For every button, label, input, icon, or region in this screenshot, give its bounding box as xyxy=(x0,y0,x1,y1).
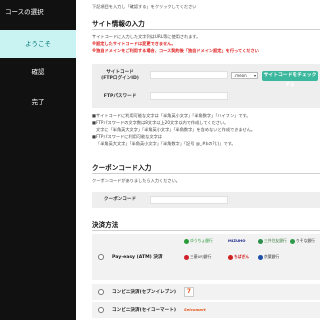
site-info-title: サイト情報の入力 xyxy=(92,20,145,28)
domain-select-value: .meon xyxy=(234,73,247,78)
payment-option-payeasy[interactable]: Pay-easy (ATM) 決済 ゆうちょ銀行 MIZUHO 三井住友銀行 り… xyxy=(92,234,320,280)
coupon-form: クーポンコード xyxy=(92,192,320,208)
sidebar-item-label: コースの選択 xyxy=(5,8,44,16)
ftp-password-allowed-rule: ■FTPパスワードに利用可能な文字は xyxy=(92,134,163,139)
sidebar-item-label: 確認 xyxy=(31,68,45,76)
seicomart-label: コンビニ決済(セイコーマート) xyxy=(112,308,176,313)
site-code-input[interactable] xyxy=(150,71,228,79)
sidebar: コースの選択 ようこそ 確認 完了 xyxy=(0,0,76,320)
seven-eleven-logo: 7 xyxy=(184,287,194,297)
seicomart-logo: Seicomart xyxy=(184,307,206,312)
payment-option-seven-eleven[interactable]: コンビニ決済(セブンイレブン) 7 xyxy=(92,284,320,300)
ftp-password-allowed-chars: 「半角英大文字」「半角英小文字」「半角数字」「記号 @_#$の?(;)」です。 xyxy=(96,141,236,146)
yucho-bank-logo: ゆうちょ銀行 xyxy=(184,238,213,244)
sidebar-item-label: 完了 xyxy=(31,98,45,106)
seven-eleven-label: コンビニ決済(セブンイレブン) xyxy=(112,290,176,295)
mufg-bank-logo: 三菱UFJ銀行 xyxy=(184,254,211,260)
site-info-note: サイトコードに入力した文字列はURL等に使用されます。 xyxy=(92,34,201,39)
sidebar-item-confirm[interactable]: 確認 xyxy=(0,58,76,86)
sidebar-item-welcome[interactable]: ようこそ xyxy=(0,30,76,58)
payment-option-seicomart[interactable]: コンビニ決済(セイコーマート) Seicomart xyxy=(92,302,320,318)
main-content: 下記項目を入力し「確認する」をクリックしてください サイト情報の入力 サイトコー… xyxy=(76,0,320,320)
mizuho-bank-logo: MIZUHO xyxy=(228,238,246,243)
chiba-bank-logo: ちばぎん xyxy=(228,254,249,260)
intro-note: 下記項目を入力し「確認する」をクリックしてください xyxy=(92,4,197,9)
payment-title: 決済方法 xyxy=(92,221,119,229)
domain-select[interactable]: .meon ▾ xyxy=(231,72,258,79)
coupon-code-input[interactable] xyxy=(150,196,228,204)
divider xyxy=(92,230,320,231)
payeasy-radio[interactable] xyxy=(98,254,104,260)
site-info-form: サイトコード (FTPログインID) .meon ▾ サイトコードをチェックする… xyxy=(92,64,320,108)
site-code-rule: ■サイトコードに利用可能な文字は「半角英小文字」「半角数字」「ハイフン」です。 xyxy=(92,113,251,118)
sidebar-item-label: ようこそ xyxy=(25,40,51,48)
seicomart-radio[interactable] xyxy=(98,307,104,313)
smbc-bank-logo: 三井住友銀行 xyxy=(258,238,287,244)
ftp-password-length-rule: ■FTPパスワードの文字数は8文字以上20文字以内で作成してください。 xyxy=(92,120,229,125)
resona-bank-logo: りそな銀行 xyxy=(290,238,315,244)
divider xyxy=(92,173,320,174)
sidebar-item-course-select[interactable]: コースの選択 xyxy=(0,0,76,24)
divider xyxy=(92,29,320,30)
chevron-down-icon: ▾ xyxy=(253,73,256,78)
site-code-warning: ※設定したサイトコードは変更できません。 xyxy=(92,41,176,46)
ftp-password-char-rule: 文字に「半角英大文字」「半角英小文字」「半角数字」を含めないと作成できません。 xyxy=(96,127,256,132)
keiyo-bank-logo: 京葉銀行 xyxy=(258,254,279,260)
sidebar-item-done[interactable]: 完了 xyxy=(0,88,76,116)
ftp-password-label: FTPパスワード xyxy=(103,94,137,99)
coupon-code-label: クーポンコード xyxy=(103,197,137,202)
seven-eleven-radio[interactable] xyxy=(98,289,104,295)
domain-warning: ※独自ドメインをご利用する場合、コース契約後「独自ドメイン設定」を行ってください xyxy=(92,48,259,53)
check-site-code-button[interactable]: サイトコードをチェックする xyxy=(262,71,318,88)
coupon-note: クーポンコードがありましたら入力ください。 xyxy=(92,178,180,183)
site-code-label: サイトコード (FTPログインID) xyxy=(101,70,139,81)
coupon-title: クーポンコード入力 xyxy=(92,164,152,172)
payeasy-label: Pay-easy (ATM) 決済 xyxy=(112,255,163,260)
ftp-password-input[interactable] xyxy=(150,92,228,100)
